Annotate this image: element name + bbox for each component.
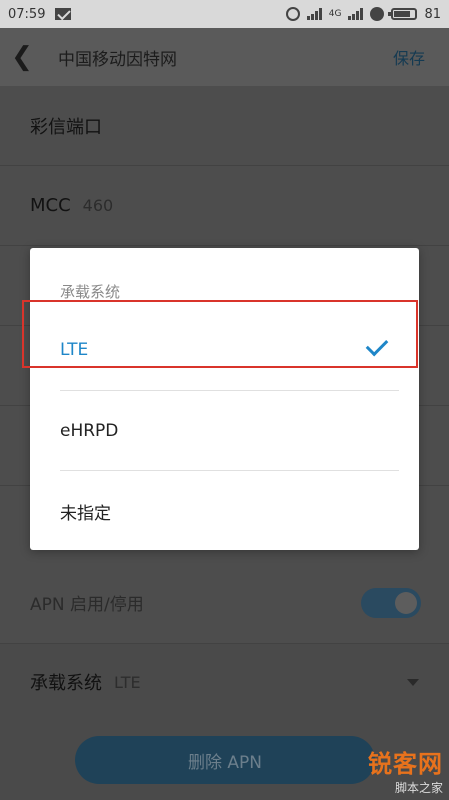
- setting-row-mcc[interactable]: MCC 460: [0, 166, 449, 246]
- back-icon[interactable]: ❮: [0, 28, 44, 86]
- status-bar: 07:59 4G 81: [0, 0, 449, 28]
- apn-toggle-label: APN 启用/停用: [30, 595, 144, 615]
- apn-toggle-row[interactable]: APN 启用/停用: [0, 562, 449, 644]
- save-button[interactable]: 保存: [393, 45, 425, 69]
- alarm-icon: [285, 7, 300, 21]
- setting-value: 460: [82, 196, 114, 215]
- option-unspecified[interactable]: 未指定: [30, 471, 419, 551]
- battery-level: 81: [424, 6, 441, 22]
- bearer-label: 承载系统: [30, 673, 102, 694]
- network-type: 4G: [328, 9, 342, 19]
- watermark-sub: 脚本之家: [394, 781, 443, 795]
- dropdown-arrow-icon: [407, 678, 419, 686]
- watermark: 锐客网 脚本之家: [368, 744, 443, 796]
- setting-label: 彩信端口: [30, 116, 102, 138]
- watermark-main: 锐客网: [368, 750, 443, 778]
- option-ehrpd[interactable]: eHRPD: [30, 391, 419, 471]
- option-label: eHRPD: [60, 421, 119, 441]
- signal-icon: [306, 8, 322, 20]
- signal-icon-2: [348, 8, 364, 20]
- bottom-area: 删除 APN 锐客网 脚本之家: [0, 720, 449, 800]
- setting-label: MCC: [30, 195, 71, 216]
- apn-toggle-switch[interactable]: [361, 587, 421, 618]
- page-title: 中国移动因特网: [58, 49, 177, 70]
- delete-apn-button[interactable]: 删除 APN: [75, 736, 375, 784]
- bearer-dialog: 承载系统 LTE eHRPD 未指定: [30, 248, 419, 550]
- battery-icon: [388, 8, 418, 20]
- app-bar: ❮ 中国移动因特网 保存: [0, 28, 449, 86]
- mail-icon: [55, 8, 72, 20]
- clock: 07:59: [8, 6, 46, 22]
- highlight-box: [22, 300, 418, 368]
- bearer-row[interactable]: 承载系统 LTE: [0, 644, 449, 720]
- face-icon: [370, 7, 385, 21]
- option-label: 未指定: [60, 503, 111, 524]
- bearer-value: LTE: [114, 672, 141, 692]
- setting-row-mms-port[interactable]: 彩信端口: [0, 86, 449, 166]
- dialog-title: 承载系统: [60, 283, 121, 301]
